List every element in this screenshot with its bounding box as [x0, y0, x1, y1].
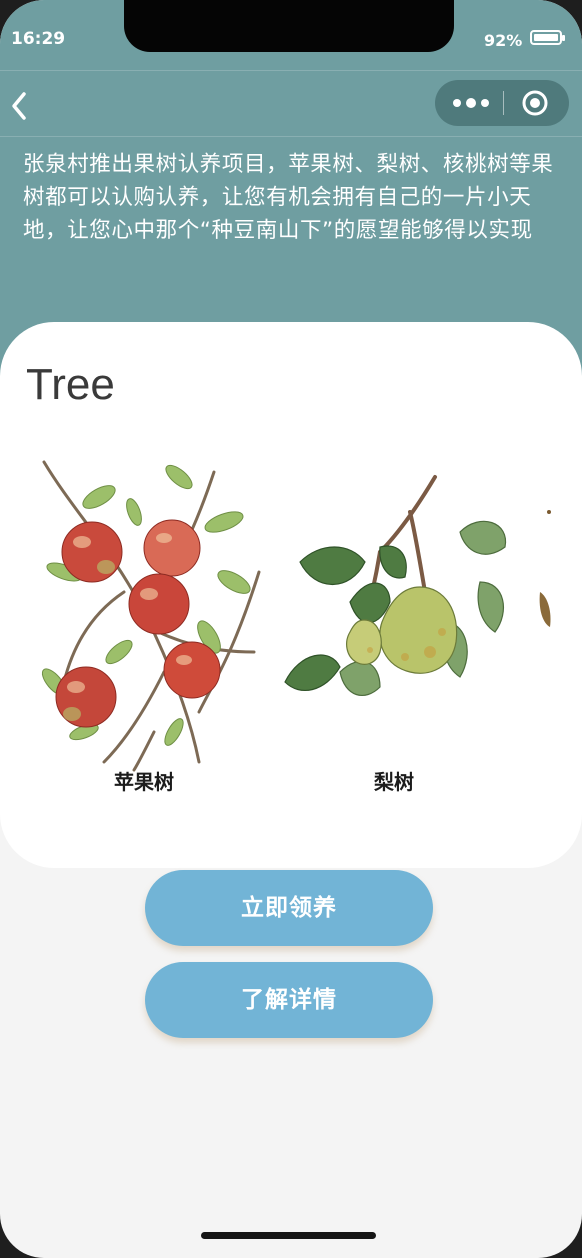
card-title: Tree [26, 360, 115, 409]
apple-tree-label: 苹果树 [114, 770, 174, 794]
close-target-icon[interactable] [521, 89, 549, 117]
adopt-now-button[interactable]: 立即领养 [145, 870, 433, 946]
back-chevron-icon[interactable] [6, 86, 38, 126]
battery-percentage: 92% [484, 31, 523, 50]
battery-icon [530, 30, 565, 45]
divider [0, 70, 582, 71]
apple-tree-image[interactable] [24, 452, 264, 772]
capsule-divider [503, 91, 504, 115]
home-indicator[interactable] [201, 1232, 376, 1239]
more-dots-icon[interactable] [451, 92, 491, 114]
status-time: 16:29 [11, 29, 66, 49]
device-notch [124, 0, 454, 52]
intro-text: 张泉村推出果树认养项目，苹果树、梨树、核桃树等果树都可以认购认养，让您有机会拥有… [23, 152, 554, 243]
miniprogram-capsule [435, 80, 569, 126]
learn-details-button[interactable]: 了解详情 [145, 962, 433, 1038]
pear-tree-label: 梨树 [374, 770, 414, 794]
next-tree-peek-image [539, 510, 551, 627]
pear-tree-image[interactable] [280, 452, 520, 772]
divider [0, 136, 582, 137]
phone-screen: 16:29 92% 张泉村推出果树认养项目，苹果树、梨树、核桃树等果树都可以认购… [0, 0, 582, 1258]
